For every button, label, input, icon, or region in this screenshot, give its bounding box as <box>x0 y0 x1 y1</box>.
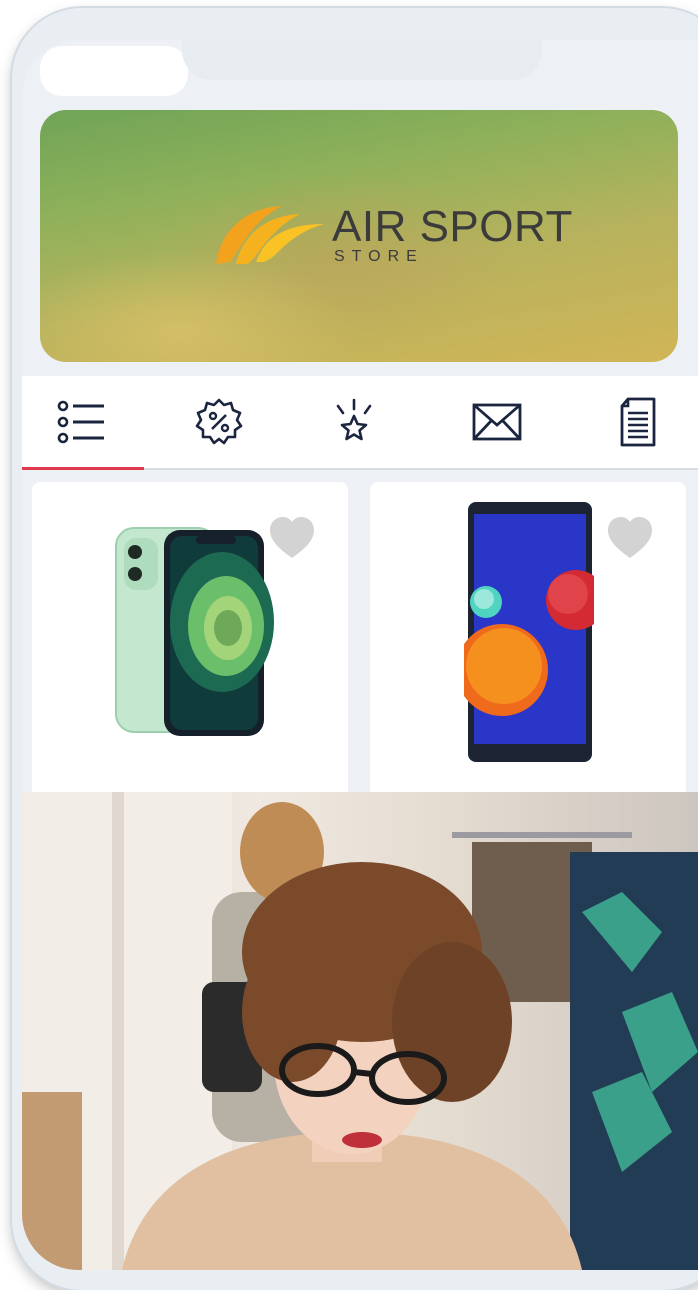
brand-subtitle: STORE <box>334 248 424 265</box>
tab-orders[interactable] <box>578 376 698 468</box>
product-image <box>464 502 594 762</box>
promo-photo <box>22 792 698 1270</box>
tab-featured[interactable] <box>294 376 414 468</box>
status-bar-left <box>40 46 188 96</box>
heart-icon[interactable] <box>268 516 316 560</box>
brand-title: AIR SPORT <box>332 202 573 251</box>
wing-logo-icon <box>216 206 324 264</box>
product-image <box>115 527 274 736</box>
tab-discounts[interactable] <box>159 376 279 468</box>
document-icon <box>620 397 656 447</box>
store-logo: AIR SPORT STORE <box>212 196 592 276</box>
discount-badge-icon <box>195 398 243 445</box>
product-card[interactable] <box>32 482 348 802</box>
list-icon <box>57 400 104 444</box>
tab-all-categories[interactable] <box>22 376 144 470</box>
heart-icon[interactable] <box>606 516 654 560</box>
product-card[interactable] <box>370 482 686 802</box>
app-screen: AIR SPORT STORE <box>22 40 698 1270</box>
store-banner[interactable]: AIR SPORT STORE <box>40 110 678 362</box>
sparkle-star-icon <box>336 398 372 441</box>
envelope-icon <box>472 403 522 441</box>
tab-messages[interactable] <box>437 376 557 468</box>
product-grid <box>22 470 698 802</box>
device-notch <box>182 40 542 80</box>
category-tab-bar <box>22 376 698 470</box>
promo-photo-illustration <box>22 792 698 1270</box>
